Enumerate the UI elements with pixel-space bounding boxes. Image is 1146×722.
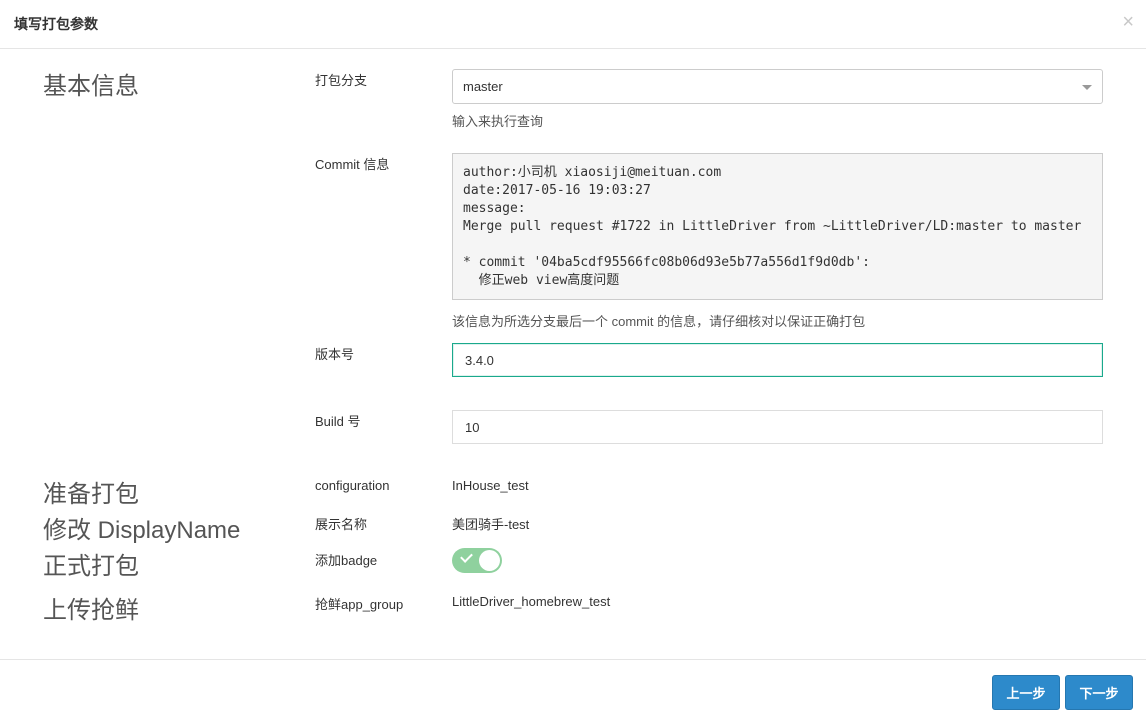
branch-label: 打包分支 <box>315 73 368 88</box>
app-group-label: 抢鲜app_group <box>315 597 404 612</box>
section-upload: 上传抢鲜 <box>43 597 139 624</box>
section-prepare: 准备打包 <box>43 481 139 508</box>
configuration-value: InHouse_test <box>452 478 529 493</box>
prev-step-button[interactable]: 上一步 <box>992 675 1060 710</box>
section-formal-package: 正式打包 <box>43 553 139 580</box>
next-step-button[interactable]: 下一步 <box>1065 675 1133 710</box>
chevron-down-icon <box>1082 85 1092 90</box>
version-input[interactable] <box>452 343 1103 377</box>
section-basic-info: 基本信息 <box>43 73 139 100</box>
modal-title: 填写打包参数 <box>14 16 98 32</box>
display-name-label: 展示名称 <box>315 517 368 532</box>
badge-toggle[interactable] <box>452 548 502 573</box>
badge-label: 添加badge <box>315 553 378 568</box>
branch-help: 输入来执行查询 <box>452 114 544 129</box>
version-label: 版本号 <box>315 347 355 362</box>
display-name-value: 美团骑手-test <box>452 517 530 532</box>
commit-label: Commit 信息 <box>315 157 390 172</box>
check-icon <box>460 550 473 563</box>
branch-select[interactable]: master <box>452 69 1103 104</box>
branch-select-value: master <box>463 79 503 94</box>
toggle-knob <box>479 550 500 571</box>
app-group-value: LittleDriver_homebrew_test <box>452 594 611 609</box>
modal-header: 填写打包参数 × <box>0 0 1146 49</box>
section-modify-display-name: 修改 DisplayName <box>43 517 241 544</box>
build-label: Build 号 <box>315 414 361 429</box>
commit-info-box: author:小司机 xiaosiji@meituan.com date:201… <box>452 153 1103 300</box>
modal-footer <box>0 659 1146 722</box>
build-input[interactable] <box>452 410 1103 444</box>
configuration-label: configuration <box>315 478 390 493</box>
commit-help: 该信息为所选分支最后一个 commit 的信息，请仔细核对以保证正确打包 <box>452 314 866 329</box>
close-icon[interactable]: × <box>1122 12 1134 32</box>
